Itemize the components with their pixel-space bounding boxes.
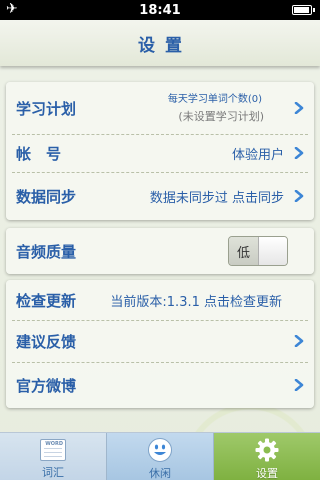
tab-settings-label: 设置 [256,467,278,480]
nav-header: 设置 [0,20,320,66]
toggle-knob[interactable] [257,237,287,265]
row-check-update[interactable]: 检查更新 当前版本:1.3.1 点击检查更新 [6,280,314,320]
tab-leisure[interactable]: 休闲 [106,433,214,480]
battery-icon [292,5,315,15]
row-feedback[interactable]: 建议反馈 [6,320,314,362]
word-book-icon: WORD [39,437,67,462]
airplane-mode-icon: ✈ [6,1,18,17]
chevron-right-icon [294,102,304,114]
account-label: 帐 号 [16,144,62,163]
row-study-plan[interactable]: 学习计划 每天学习单词个数(0) (未设置学习计划) [6,82,314,134]
daily-word-count: 每天学习单词个数(0) [167,94,262,105]
row-data-sync[interactable]: 数据同步 数据未同步过 点击同步 [6,172,314,220]
version-info: 当前版本:1.3.1 点击检查更新 [110,294,282,310]
row-audio-quality: 音频质量 低 [6,228,314,274]
account-value: 体验用户 [231,147,284,163]
audio-quality-toggle[interactable]: 低 [228,236,288,266]
page-title: 设置 [138,35,192,56]
toggle-value: 低 [229,237,258,265]
chevron-right-icon [294,379,304,391]
plan-status: (未设置学习计划) [178,110,264,123]
smiley-icon [146,437,174,463]
feedback-label: 建议反馈 [16,332,77,351]
chevron-right-icon [294,147,304,159]
chevron-right-icon [294,190,304,202]
tab-vocabulary[interactable]: WORD 词汇 [0,433,106,480]
tab-vocabulary-label: 词汇 [42,466,64,479]
data-sync-label: 数据同步 [16,187,77,206]
study-plan-label: 学习计划 [16,99,77,118]
audio-quality-label: 音频质量 [16,242,77,261]
row-official-weibo[interactable]: 官方微博 [6,362,314,408]
gear-icon [253,437,281,463]
status-time: 18:41 [139,2,181,18]
tab-bar: WORD 词汇 休闲 设置 [0,432,320,480]
weibo-label: 官方微博 [16,376,77,395]
status-bar: ✈ 18:41 [0,0,320,20]
chevron-right-icon [294,335,304,347]
settings-group-account: 学习计划 每天学习单词个数(0) (未设置学习计划) 帐 号 体验用户 数据同步… [6,82,314,220]
data-sync-value: 数据未同步过 点击同步 [149,190,284,206]
tab-settings[interactable]: 设置 [214,433,320,480]
settings-group-audio: 音频质量 低 [6,228,314,274]
settings-group-about: 检查更新 当前版本:1.3.1 点击检查更新 建议反馈 官方微博 [6,280,314,408]
row-account[interactable]: 帐 号 体验用户 [6,134,314,172]
check-update-label: 检查更新 [16,291,77,310]
tab-leisure-label: 休闲 [149,467,171,480]
